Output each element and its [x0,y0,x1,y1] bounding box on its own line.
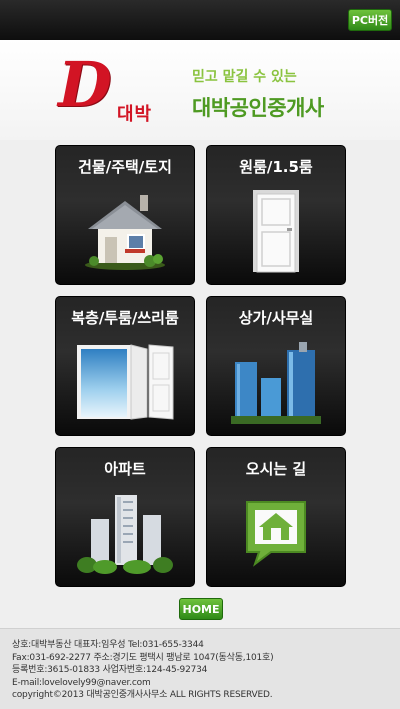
menu-tile-directions[interactable]: 오시는 길 [206,447,346,587]
menu-tile-label: 건물/주택/토지 [78,158,172,176]
footer-company-info: 상호:대박부동산 대표자:임우성 Tel:031-655-3344 [12,640,204,650]
menu-tile-label: 아파트 [104,460,146,478]
logo-letter: D [58,48,112,121]
header: D 대박 믿고 맡길 수 있는 대박공인중개사 [0,40,400,140]
menu-tile-oneroom[interactable]: 원룸/1.5룸 [206,145,346,285]
apartment-icon [56,488,194,578]
house-icon [56,186,194,276]
pc-version-button[interactable]: PC버전 [348,9,392,31]
office-buildings-icon [207,337,345,427]
menu-tile-land[interactable]: 건물/주택/토지 [55,145,195,285]
menu-tile-label: 상가/사무실 [238,309,314,327]
door-icon [207,186,345,276]
footer: 상호:대박부동산 대표자:임우성 Tel:031-655-3344 Fax:03… [0,628,400,709]
menu-tile-apartment[interactable]: 아파트 [55,447,195,587]
map-pin-home-icon [207,488,345,578]
menu-tile-label: 오시는 길 [245,460,307,478]
footer-copyright: copyright©2013 대박공인중개사사무소 ALL RIGHTS RES… [12,690,273,700]
menu-tile-office[interactable]: 상가/사무실 [206,296,346,436]
footer-address: Fax:031-692-2277 주소:경기도 평택시 팽남로 1047(동삭동… [12,652,274,663]
menu-tile-label: 복층/투룸/쓰리룸 [71,309,179,327]
footer-registration: 등록번호:3615-01833 사업자번호:124-45-92734 [12,665,208,675]
top-bar: PC버전 [0,0,400,40]
open-door-icon [56,337,194,427]
logo-word: 대박 [117,104,153,125]
menu-tile-duplex[interactable]: 복층/투룸/쓰리룸 [55,296,195,436]
company-name: 대박공인중개사 [192,96,324,120]
home-button[interactable]: HOME [179,598,223,620]
footer-email: E-mail:lovelovely99@naver.com [12,677,151,688]
tagline: 믿고 맡길 수 있는 [192,69,297,85]
menu-tile-label: 원룸/1.5룸 [239,158,313,176]
